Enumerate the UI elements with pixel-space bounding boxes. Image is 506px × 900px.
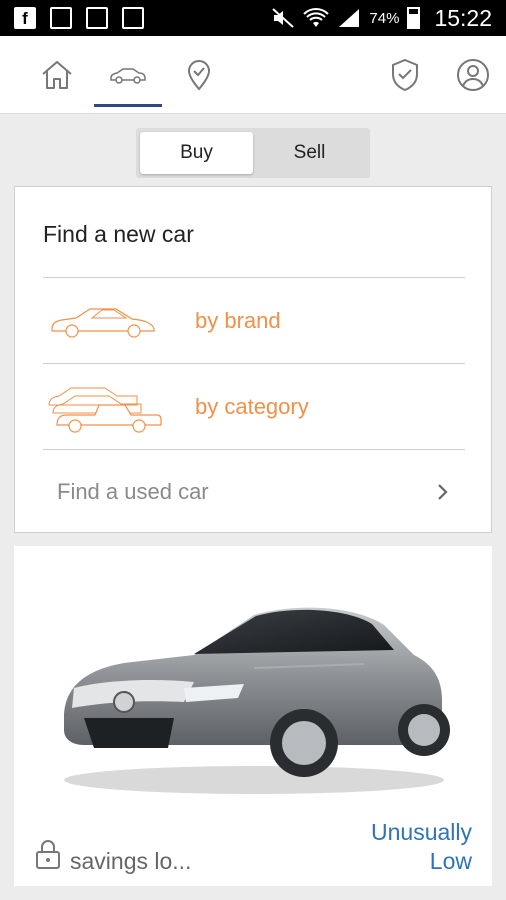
chevron-right-icon (438, 483, 448, 500)
clock: 15:22 (434, 4, 492, 31)
signal-icon (339, 9, 360, 27)
by-brand-row[interactable]: by brand (43, 278, 465, 364)
nav-shield[interactable] (382, 36, 428, 114)
find-car-card: Find a new car by brand by category Find… (14, 186, 492, 533)
status-bar: f 74% 15:22 (0, 0, 506, 36)
by-category-row[interactable]: by category (43, 364, 465, 450)
price-rating-line1: Unusually (371, 819, 472, 845)
buy-tab[interactable]: Buy (140, 132, 253, 174)
sedan-outline-icon (43, 301, 163, 341)
find-used-car-label: Find a used car (57, 478, 209, 504)
notification-icon (50, 7, 72, 29)
checkmark-location-icon (187, 60, 211, 91)
sell-tab[interactable]: Sell (253, 132, 366, 174)
nav-profile[interactable] (450, 36, 496, 114)
nav-cars[interactable] (94, 36, 162, 114)
nav-check-location[interactable] (176, 36, 222, 114)
status-left-icons: f (14, 7, 144, 29)
sim-icon (86, 7, 108, 29)
find-used-car-row[interactable]: Find a used car (43, 449, 465, 534)
status-right: 74% 15:22 (271, 0, 492, 36)
find-new-car-title: Find a new car (43, 221, 194, 247)
lock-icon (36, 840, 60, 869)
car-image (64, 607, 450, 794)
mute-icon (272, 8, 295, 28)
car-icon (110, 68, 146, 84)
wifi-icon (303, 8, 330, 27)
top-navigation (0, 36, 506, 114)
price-rating-line2: Low (429, 848, 472, 874)
battery-icon (407, 7, 421, 29)
battery-percent: 74% (369, 9, 400, 27)
nav-home[interactable] (34, 36, 80, 114)
profile-icon (457, 59, 489, 91)
by-brand-link[interactable]: by brand (195, 308, 281, 334)
image-icon (122, 7, 144, 29)
buy-sell-toggle: Buy Sell (136, 128, 370, 178)
facebook-icon: f (14, 7, 36, 29)
home-icon (42, 61, 72, 89)
deal-card[interactable]: savings lo... Unusually Low (14, 546, 492, 886)
shield-check-icon (392, 58, 418, 92)
price-rating-badge: Unusually Low (352, 818, 472, 876)
deal-footer: savings lo... Unusually Low (34, 816, 472, 882)
savings-text: savings lo... (70, 848, 192, 874)
by-category-link[interactable]: by category (195, 394, 309, 420)
vehicle-categories-icon (43, 379, 163, 435)
